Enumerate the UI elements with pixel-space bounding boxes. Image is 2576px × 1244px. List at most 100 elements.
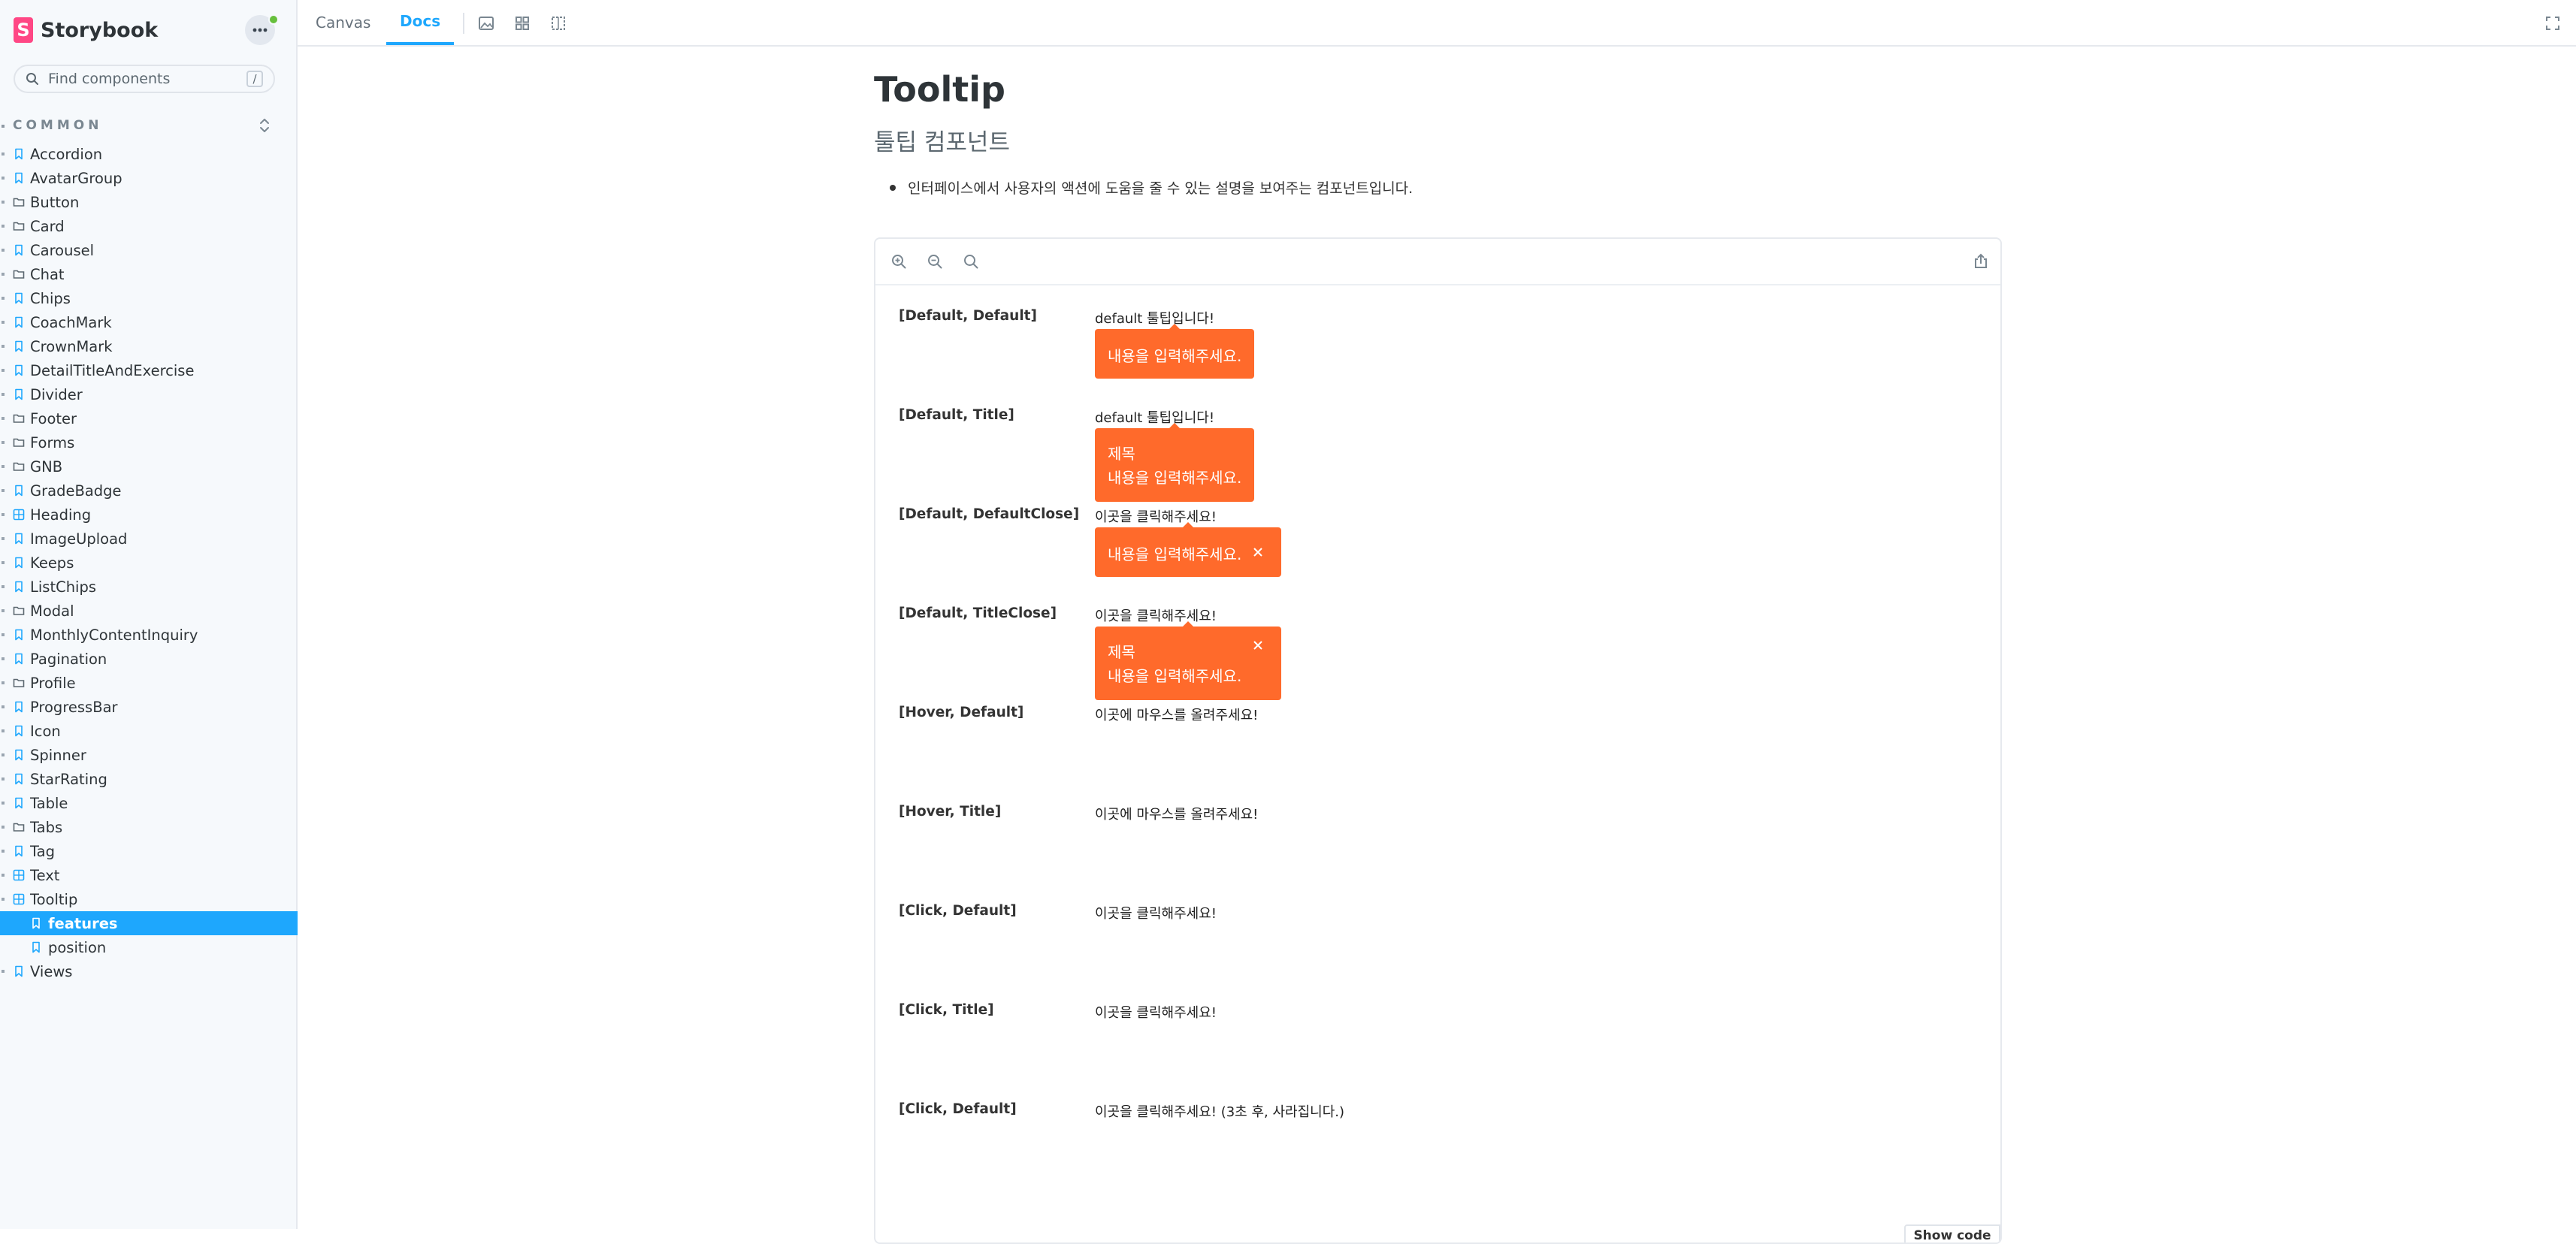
- tab-canvas[interactable]: Canvas: [316, 0, 370, 45]
- sidebar-item-spinner[interactable]: Spinner: [0, 743, 298, 767]
- sidebar-item-accordion[interactable]: Accordion: [0, 142, 298, 166]
- sidebar-item-label: Chips: [30, 290, 71, 307]
- tree-caret-icon: [2, 898, 5, 901]
- sidebar-item-keeps[interactable]: Keeps: [0, 551, 298, 575]
- sidebar-item-monthlycontentinquiry[interactable]: MonthlyContentInquiry: [0, 623, 298, 647]
- tooltip-trigger[interactable]: 이곳을 클릭해주세요!: [1095, 506, 1217, 526]
- tree-caret-icon: [2, 561, 5, 564]
- story-label: [Default, TitleClose]: [899, 605, 1057, 621]
- tooltip-trigger[interactable]: default 툴팁입니다!: [1095, 407, 1214, 427]
- tooltip-body: 내용을 입력해주세요.: [1108, 347, 1242, 365]
- sidebar-item-progressbar[interactable]: ProgressBar: [0, 695, 298, 719]
- page-title: Tooltip: [874, 69, 1005, 110]
- tooltip-trigger[interactable]: 이곳을 클릭해주세요!: [1095, 1002, 1217, 1022]
- bookmark-icon: [13, 725, 25, 737]
- tree-caret-icon: [2, 441, 5, 444]
- fullscreen-icon[interactable]: [2544, 15, 2561, 32]
- sidebar-item-carousel[interactable]: Carousel: [0, 238, 298, 262]
- zoom-in-icon[interactable]: [890, 253, 907, 270]
- tree-caret-icon: [2, 850, 5, 853]
- sidebar-item-label: Views: [30, 963, 73, 980]
- tab-docs[interactable]: Docs: [386, 0, 455, 45]
- show-code-button[interactable]: Show code: [1904, 1224, 2000, 1242]
- sidebar-item-pagination[interactable]: Pagination: [0, 647, 298, 671]
- tree-caret-icon: [2, 489, 5, 492]
- sidebar-item-gnb[interactable]: GNB: [0, 454, 298, 479]
- sidebar-item-heading[interactable]: Heading: [0, 503, 298, 527]
- sidebar-item-detailtitleandexercise[interactable]: DetailTitleAndExercise: [0, 358, 298, 382]
- close-icon[interactable]: [1251, 639, 1265, 652]
- top-toolbar: Canvas Docs: [298, 0, 2576, 47]
- sidebar-item-starrating[interactable]: StarRating: [0, 767, 298, 791]
- tooltip-trigger[interactable]: default 툴팁입니다!: [1095, 308, 1214, 328]
- sidebar-item-button[interactable]: Button: [0, 190, 298, 214]
- sidebar-item-label: Pagination: [30, 651, 107, 668]
- bookmark-icon: [30, 917, 42, 929]
- bookmark-icon: [13, 316, 25, 328]
- sidebar-item-coachmark[interactable]: CoachMark: [0, 310, 298, 334]
- sidebar-item-label: ImageUpload: [30, 530, 128, 548]
- sidebar-item-modal[interactable]: Modal: [0, 599, 298, 623]
- sidebar-item-gradebadge[interactable]: GradeBadge: [0, 479, 298, 503]
- story-preview: [Default, Default] default 툴팁입니다! 내용을 입력해주…: [874, 237, 2002, 1244]
- brand[interactable]: S Storybook: [14, 17, 158, 44]
- zoom-reset-icon[interactable]: [963, 253, 979, 270]
- tooltip-trigger[interactable]: 이곳을 클릭해주세요!: [1095, 605, 1217, 625]
- bookmark-icon: [13, 244, 25, 256]
- tooltip-body: 내용을 입력해주세요.: [1108, 667, 1242, 685]
- bookmark-icon: [13, 749, 25, 761]
- tree-caret-icon: [2, 753, 5, 756]
- sidebar-item-card[interactable]: Card: [0, 214, 298, 238]
- sidebar-item-profile[interactable]: Profile: [0, 671, 298, 695]
- sidebar-item-chips[interactable]: Chips: [0, 286, 298, 310]
- tree-caret-icon: [2, 249, 5, 252]
- sidebar-item-icon[interactable]: Icon: [0, 719, 298, 743]
- sidebar-item-crownmark[interactable]: CrownMark: [0, 334, 298, 358]
- tooltip-trigger[interactable]: 이곳을 클릭해주세요!: [1095, 903, 1217, 922]
- sidebar: S Storybook / COMMON Accordion AvatarGrou…: [0, 0, 298, 1229]
- background-image-icon[interactable]: [478, 15, 494, 32]
- story-label: [Default, DefaultClose]: [899, 506, 1080, 522]
- tree-caret-icon: [2, 201, 5, 204]
- sidebar-item-views[interactable]: Views: [0, 959, 298, 983]
- sidebar-item-avatargroup[interactable]: AvatarGroup: [0, 166, 298, 190]
- sidebar-item-label: Tag: [30, 843, 56, 860]
- zoom-out-icon[interactable]: [927, 253, 943, 270]
- sidebar-item-forms[interactable]: Forms: [0, 430, 298, 454]
- group-header-common[interactable]: COMMON: [0, 114, 298, 137]
- search-input[interactable]: [47, 70, 237, 88]
- sidebar-item-text[interactable]: Text: [0, 863, 298, 887]
- search-box[interactable]: /: [14, 65, 275, 93]
- story-label: [Default, Default]: [899, 308, 1037, 324]
- sidebar-item-label: GradeBadge: [30, 482, 122, 500]
- tooltip-trigger[interactable]: 이곳에 마우스를 올려주세요!: [1095, 804, 1258, 823]
- sidebar-item-divider[interactable]: Divider: [0, 382, 298, 406]
- sidebar-item-footer[interactable]: Footer: [0, 406, 298, 430]
- sidebar-item-chat[interactable]: Chat: [0, 262, 298, 286]
- grid-icon[interactable]: [514, 15, 531, 32]
- settings-menu-button[interactable]: [245, 14, 279, 45]
- sidebar-item-label: ListChips: [30, 578, 97, 596]
- sidebar-item-label: position: [48, 939, 107, 956]
- expand-collapse-icon[interactable]: [257, 117, 272, 134]
- tree-caret-icon: [2, 465, 5, 468]
- sidebar-item-label: DetailTitleAndExercise: [30, 362, 195, 379]
- folder-icon: [13, 460, 25, 473]
- tree-caret-icon: [2, 513, 5, 516]
- bookmark-icon: [13, 148, 25, 160]
- sidebar-item-position[interactable]: position: [0, 935, 298, 959]
- tooltip-trigger[interactable]: 이곳에 마우스를 올려주세요!: [1095, 705, 1258, 724]
- sidebar-item-label: Chat: [30, 266, 65, 283]
- sidebar-item-tag[interactable]: Tag: [0, 839, 298, 863]
- story-label: [Default, Title]: [899, 407, 1014, 423]
- close-icon[interactable]: [1251, 545, 1265, 559]
- sidebar-item-listchips[interactable]: ListChips: [0, 575, 298, 599]
- sidebar-item-imageupload[interactable]: ImageUpload: [0, 527, 298, 551]
- share-icon[interactable]: [1973, 253, 1989, 270]
- sidebar-item-features[interactable]: features: [0, 911, 298, 935]
- sidebar-item-table[interactable]: Table: [0, 791, 298, 815]
- outline-icon[interactable]: [550, 15, 567, 32]
- tooltip-trigger[interactable]: 이곳을 클릭해주세요! (3초 후, 사라집니다.): [1095, 1101, 1344, 1121]
- sidebar-item-tooltip[interactable]: Tooltip: [0, 887, 298, 911]
- sidebar-item-tabs[interactable]: Tabs: [0, 815, 298, 839]
